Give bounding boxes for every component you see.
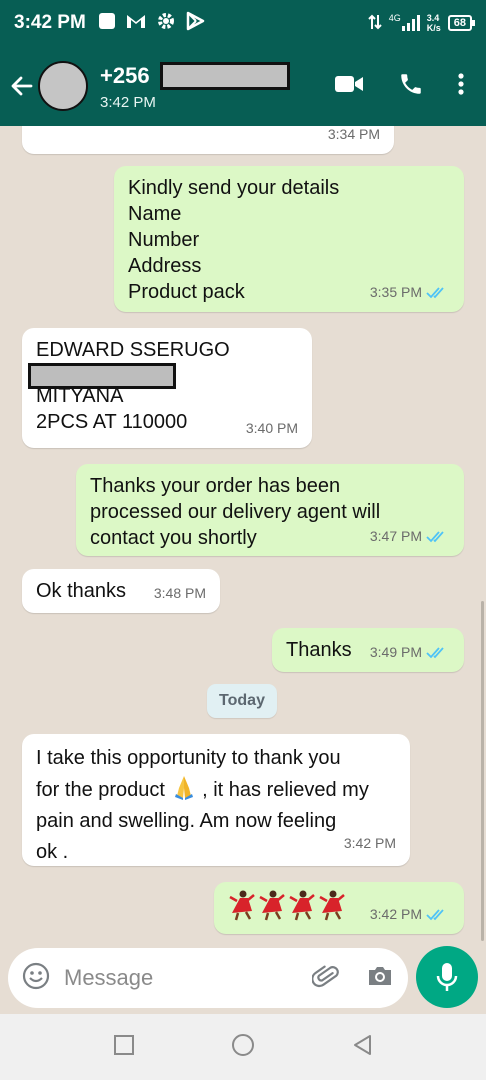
recent-apps-button[interactable] [113, 1034, 135, 1061]
message-text-line: I take this opportunity to thank you [36, 747, 341, 769]
message-incoming[interactable]: I take this opportunity to thank you for… [22, 734, 410, 866]
more-vert-icon [458, 72, 464, 95]
date-separator: Today [207, 684, 277, 718]
message-box [8, 948, 408, 1008]
emoji-icon [22, 962, 50, 989]
system-nav-bar [0, 1014, 486, 1080]
voice-call-button[interactable] [398, 71, 424, 102]
back-nav-button[interactable] [351, 1033, 373, 1062]
camera-icon [369, 966, 391, 985]
battery-indicator: 68 [447, 15, 476, 31]
scrollbar[interactable] [481, 601, 484, 941]
video-call-icon [335, 75, 363, 92]
message-incoming[interactable]: Ok thanks 3:48 PM [22, 569, 220, 613]
message-text-line: MITYANA [36, 385, 124, 407]
message-input[interactable] [64, 965, 284, 991]
play-store-icon [185, 11, 205, 36]
message-text-line: ok . [36, 841, 69, 863]
message-time: 3:42 PM [369, 906, 422, 922]
attach-button[interactable] [311, 962, 340, 995]
gmail-icon [125, 12, 147, 35]
more-options-button[interactable] [458, 72, 464, 101]
status-time: 3:42 PM [14, 12, 86, 33]
message-incoming[interactable]: 3:34 PM [22, 126, 394, 154]
message-time: 3:40 PM [245, 420, 298, 436]
chat-header: +256 3:42 PM [0, 46, 486, 126]
video-call-button[interactable] [334, 74, 364, 99]
message-text-line: Number [128, 229, 200, 251]
camera-button[interactable] [366, 964, 394, 993]
phone-icon [401, 73, 421, 94]
message-outgoing[interactable]: Kindly send your details Name Number Add… [114, 166, 464, 312]
message-time: 3:34 PM [327, 126, 380, 142]
notification-icons [98, 11, 205, 36]
message-time: 3:49 PM [369, 644, 422, 660]
message-text-line: Thanks your order has been [90, 475, 341, 497]
message-text-line: processed our delivery agent will [90, 501, 381, 523]
chat-area[interactable]: 3:34 PM Kindly send your details Name Nu… [0, 126, 486, 944]
message-time: 3:47 PM [369, 528, 422, 544]
contact-avatar[interactable] [38, 61, 88, 111]
message-time: 3:48 PM [153, 585, 206, 601]
square-icon [114, 1034, 134, 1055]
message-text-line: EDWARD SSERUGO [36, 339, 230, 361]
double-check-read-icon [426, 287, 444, 299]
net-speed: 3.4 K/s [426, 13, 441, 33]
message-text-line: Kindly send your details [128, 177, 340, 199]
double-check-read-icon [426, 647, 444, 659]
home-button[interactable] [231, 1033, 255, 1062]
emoji-button[interactable] [22, 962, 50, 995]
circle-icon [232, 1033, 254, 1056]
mic-icon [436, 963, 458, 991]
data-arrows-icon [368, 13, 382, 34]
triangle-back-icon [354, 1034, 371, 1055]
settings-gear-icon [156, 11, 176, 36]
double-check-read-icon [426, 531, 444, 543]
voice-message-button[interactable] [416, 946, 478, 1008]
message-outgoing[interactable]: 3:42 PM [214, 882, 464, 934]
contact-info[interactable]: +256 3:42 PM [100, 61, 290, 111]
message-incoming[interactable]: EDWARD SSERUGO MITYANA 2PCS AT 110000 3:… [22, 328, 312, 448]
contact-name-prefix: +256 [100, 62, 150, 88]
folded-hands-emoji-icon [174, 776, 193, 800]
notification-square-icon [98, 12, 116, 35]
dancer-emoji-icon [319, 890, 345, 921]
arrow-left-icon [11, 76, 33, 96]
message-text-line: for the product [36, 779, 165, 801]
signal-4g: 4G [389, 14, 420, 31]
message-text-line: pain and swelling. Am now feeling [36, 810, 337, 832]
double-check-read-icon [426, 909, 444, 921]
redacted-phone-box [159, 61, 290, 90]
status-bar: 3:42 PM 4G 3.4 K/s 68 [0, 0, 486, 46]
composer-bar [0, 944, 486, 1014]
last-seen-time: 3:42 PM [100, 93, 156, 111]
paperclip-icon [311, 965, 339, 987]
message-text-line: Name [128, 203, 182, 225]
message-outgoing[interactable]: Thanks your order has been processed our… [76, 464, 464, 556]
back-button[interactable] [8, 72, 36, 100]
message-text-line: Address [128, 255, 202, 277]
dancer-emoji-icon [259, 890, 285, 921]
message-text-line: , it has relieved my [202, 779, 369, 801]
dancer-emoji-icon [229, 890, 255, 921]
message-time: 3:42 PM [343, 835, 396, 851]
signal-strength-icon [401, 15, 420, 31]
message-time: 3:35 PM [369, 284, 422, 300]
message-outgoing[interactable]: Thanks 3:49 PM [272, 628, 464, 672]
dancer-emoji-icon [289, 890, 315, 921]
